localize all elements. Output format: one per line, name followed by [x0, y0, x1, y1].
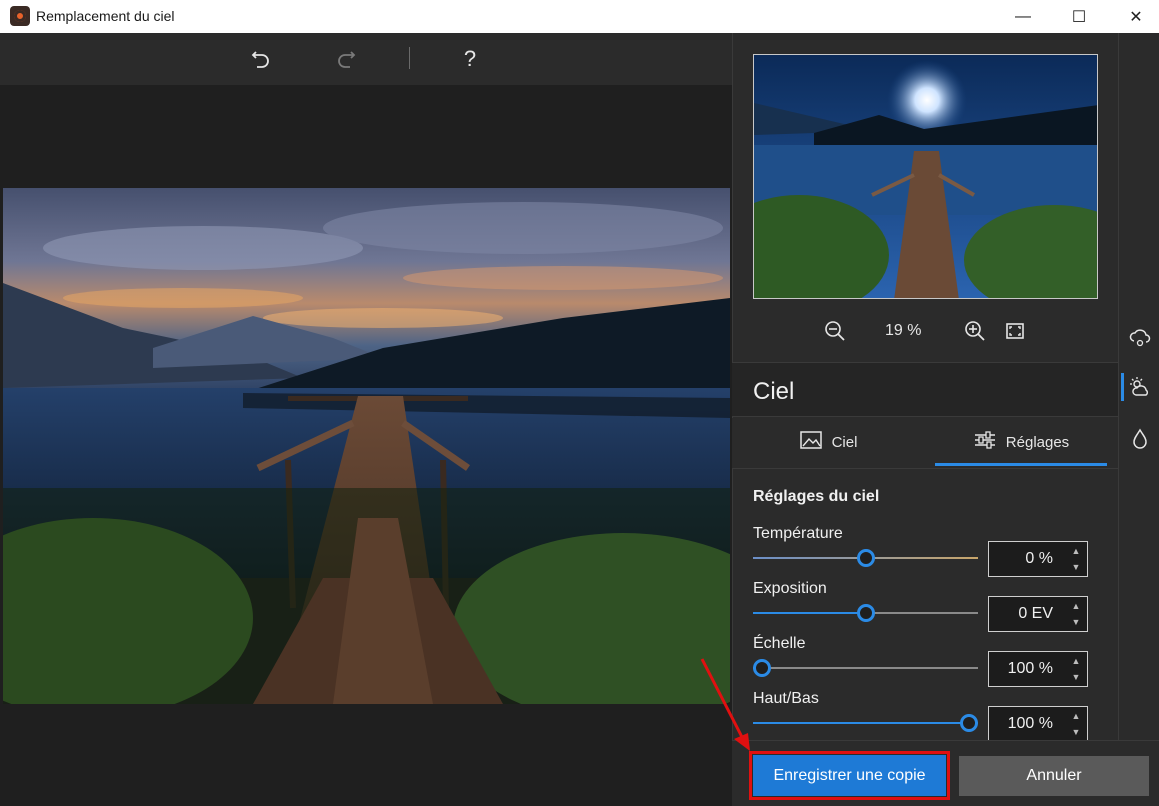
- close-button[interactable]: ✕: [1113, 0, 1159, 33]
- cloud-gear-icon[interactable]: [1124, 321, 1156, 353]
- slider-thumb[interactable]: [856, 549, 875, 567]
- highlight-box: [749, 751, 950, 800]
- zoom-out-icon[interactable]: [821, 317, 849, 345]
- tab-ciel[interactable]: Ciel: [732, 418, 925, 466]
- tab-bar: Ciel Réglages: [732, 418, 1118, 468]
- redo-icon[interactable]: [331, 45, 361, 73]
- annotation-arrow-icon: [700, 658, 750, 751]
- spin-up-icon[interactable]: ▲: [1069, 709, 1083, 723]
- cancel-button[interactable]: Annuler: [959, 756, 1149, 796]
- spinbox-value: 100 %: [1007, 660, 1053, 677]
- preview-thumbnail[interactable]: [753, 54, 1098, 299]
- spin-down-icon[interactable]: ▼: [1069, 560, 1083, 574]
- window-title: Remplacement du ciel: [36, 8, 175, 24]
- sun-cloud-icon[interactable]: [1124, 371, 1156, 403]
- value-spinbox[interactable]: 0 EV ▲ ▼: [988, 596, 1088, 632]
- toolbar-divider: [409, 47, 410, 69]
- toolbar: ?: [0, 33, 732, 85]
- value-spinbox[interactable]: 0 % ▲ ▼: [988, 541, 1088, 577]
- main-photo[interactable]: [3, 188, 730, 704]
- fit-screen-icon[interactable]: [1001, 317, 1029, 345]
- value-spinbox[interactable]: 100 % ▲ ▼: [988, 706, 1088, 742]
- app-icon: [10, 6, 30, 26]
- spinbox-value: 100 %: [1007, 715, 1053, 732]
- image-icon: [799, 431, 822, 453]
- undo-icon[interactable]: [246, 45, 276, 73]
- slider-fill: [753, 722, 978, 724]
- tab-ciel-label: Ciel: [831, 433, 858, 451]
- maximize-button[interactable]: ☐: [1056, 0, 1102, 33]
- help-button[interactable]: ?: [455, 45, 485, 73]
- value-spinbox[interactable]: 100 % ▲ ▼: [988, 651, 1088, 687]
- spin-up-icon[interactable]: ▲: [1069, 599, 1083, 613]
- spin-down-icon[interactable]: ▼: [1069, 725, 1083, 739]
- zoom-controls: [732, 312, 1118, 352]
- spin-up-icon[interactable]: ▲: [1069, 654, 1083, 668]
- active-tab-indicator: [935, 463, 1107, 466]
- spin-down-icon[interactable]: ▼: [1069, 615, 1083, 629]
- drop-icon[interactable]: [1124, 423, 1156, 455]
- slider-label: Haut/Bas: [753, 690, 819, 707]
- zoom-in-icon[interactable]: [961, 317, 989, 345]
- slider-fill: [753, 612, 866, 614]
- tab-reglages[interactable]: Réglages: [925, 418, 1118, 466]
- slider-label: Échelle: [753, 635, 806, 652]
- tab-reglages-label: Réglages: [1005, 433, 1070, 451]
- spin-down-icon[interactable]: ▼: [1069, 670, 1083, 684]
- slider-track[interactable]: [753, 667, 978, 669]
- spinbox-value: 0 %: [1025, 550, 1053, 567]
- spinbox-value: 0 EV: [1018, 605, 1053, 622]
- zoom-level: 19 %: [885, 322, 922, 339]
- sliders-icon: [974, 431, 996, 453]
- slider-track[interactable]: [753, 722, 978, 724]
- slider-thumb[interactable]: [856, 604, 875, 622]
- slider-thumb[interactable]: [960, 714, 978, 732]
- settings-title: Réglages du ciel: [753, 488, 880, 505]
- spin-up-icon[interactable]: ▲: [1069, 544, 1083, 558]
- title-bar: Remplacement du ciel — ☐ ✕: [0, 0, 1159, 33]
- section-title: Ciel: [753, 378, 795, 405]
- minimize-button[interactable]: —: [1000, 0, 1046, 33]
- slider-label: Exposition: [753, 580, 827, 597]
- slider-label: Température: [753, 525, 843, 542]
